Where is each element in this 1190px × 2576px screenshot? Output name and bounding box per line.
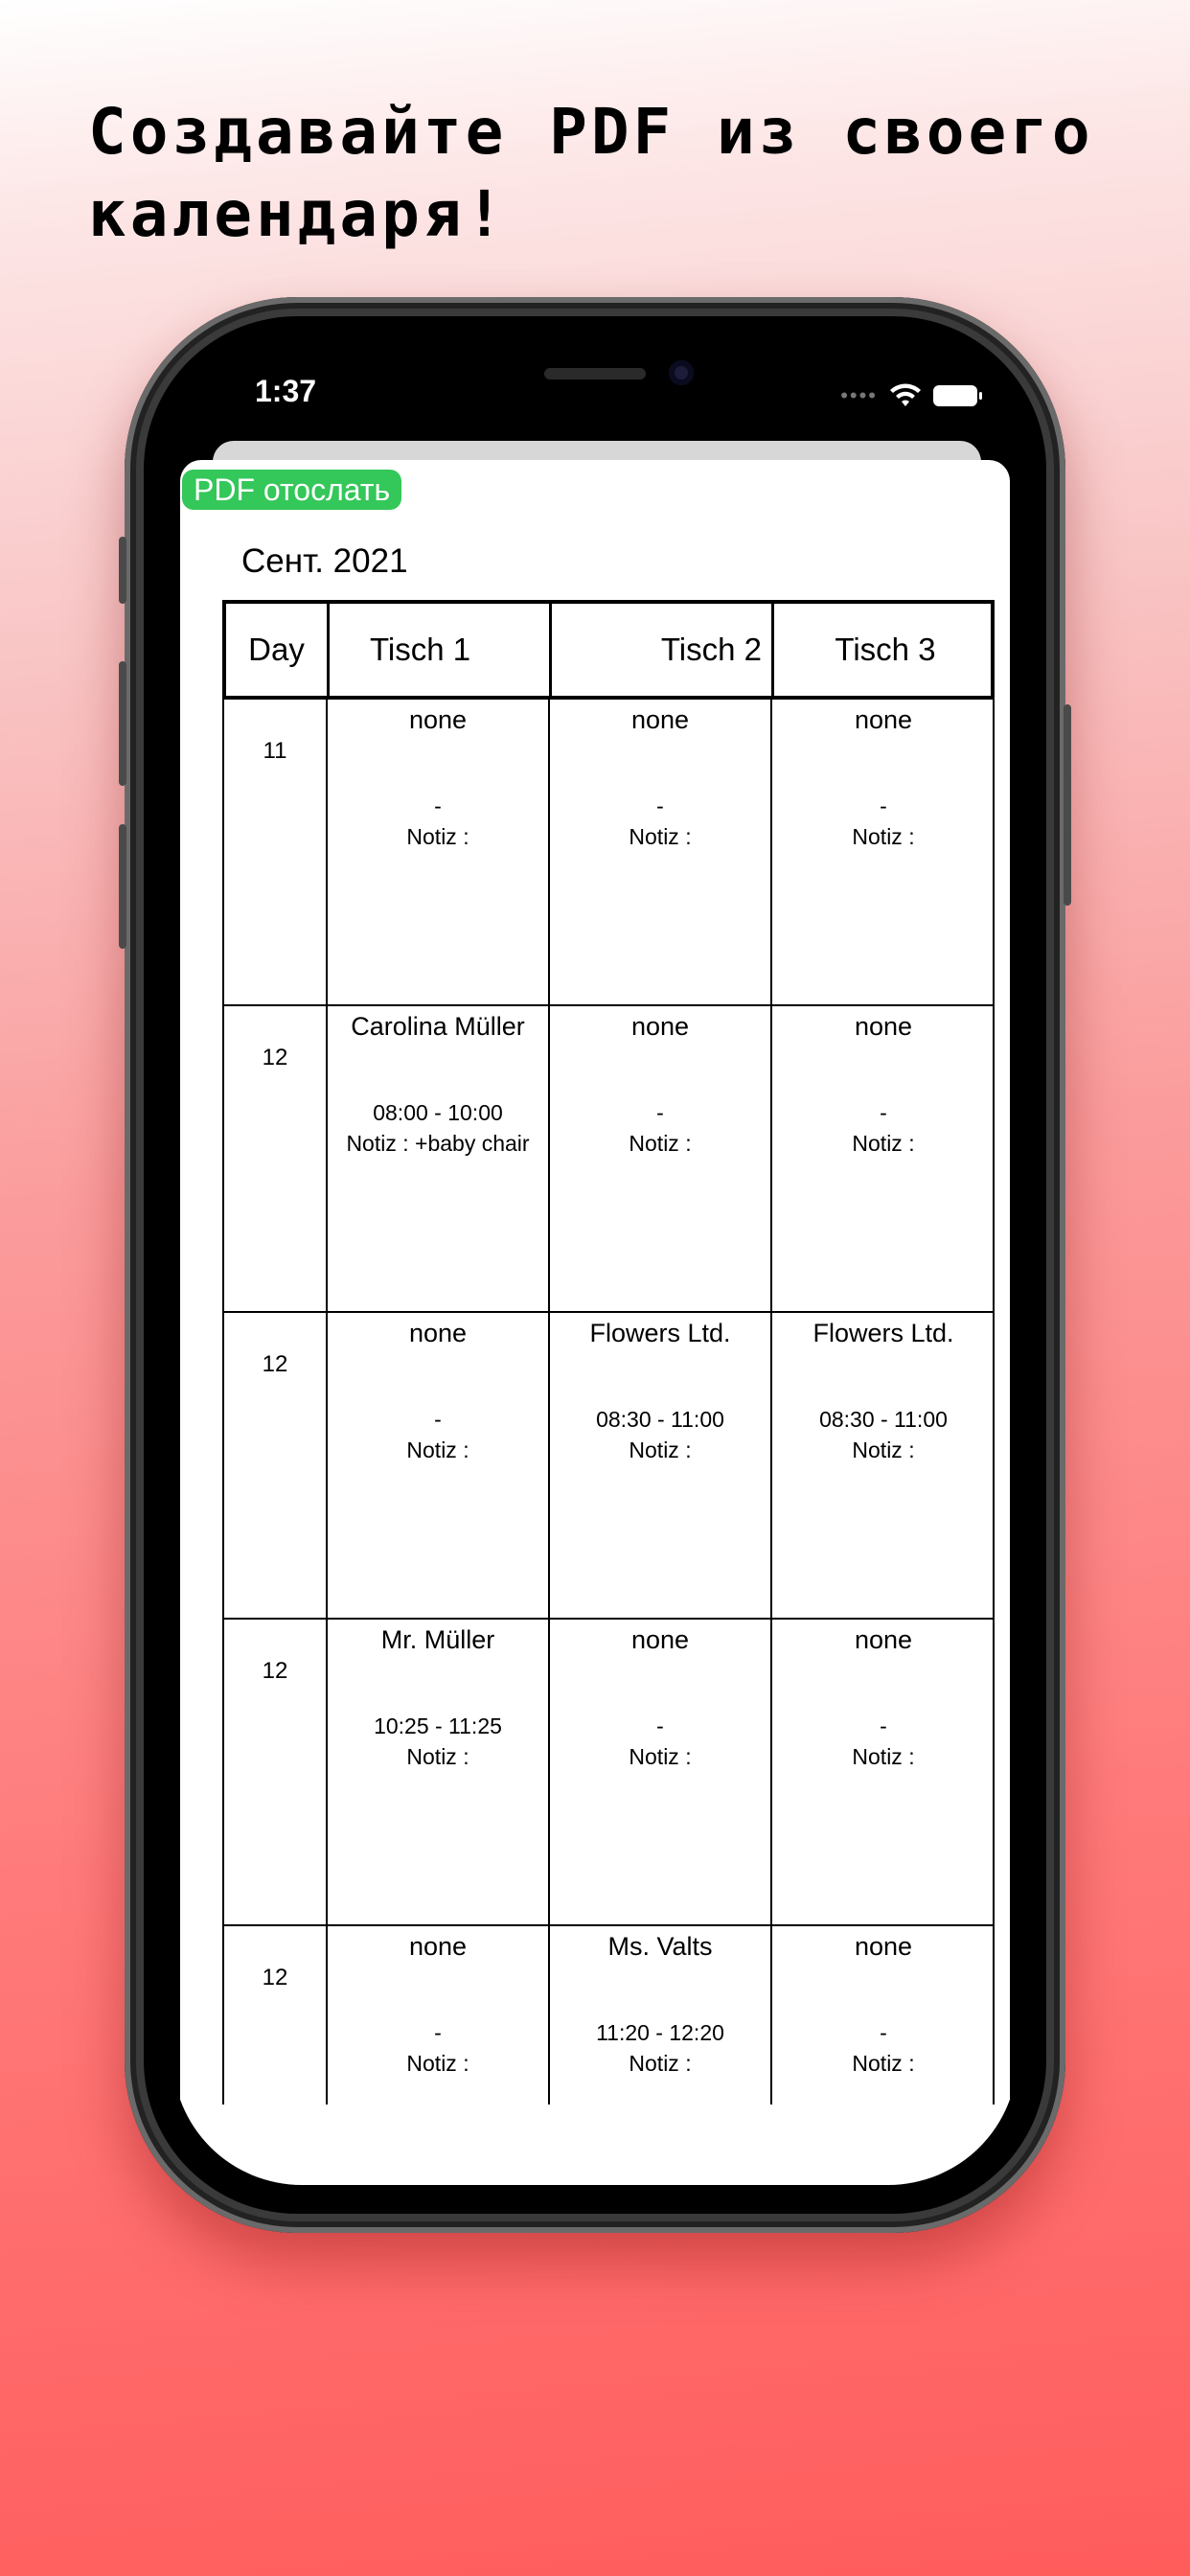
time-range: 10:25 - 11:25 (374, 1714, 502, 1738)
day-number: 12 (262, 1351, 288, 1377)
guest-name: Carolina Müller (351, 1012, 525, 1041)
phone-screen: 1:37 •••• PDF отослать Сент. 2021 Day Ti… (172, 345, 1018, 2185)
reservation-cell: Carolina Müller 08:00 - 10:00 Notiz : +bab… (328, 1006, 550, 1311)
phone-silent-switch (119, 537, 126, 604)
reservation-cell: none - Notiz : (772, 700, 995, 1004)
guest-name: none (408, 705, 468, 734)
guest-name: none (408, 1932, 468, 1961)
reservation-cell: none - Notiz : (328, 1926, 550, 2104)
time-range: - (434, 1407, 442, 1432)
signal-dots: •••• (840, 383, 878, 407)
note-text: Notiz : (629, 1131, 692, 1156)
day-cell: 12 (224, 1926, 328, 2104)
guest-name: none (854, 1012, 913, 1041)
guest-name: Flowers Ltd. (589, 1319, 731, 1347)
time-range: - (880, 794, 887, 818)
day-cell: 12 (224, 1620, 328, 1924)
time-range: - (656, 794, 664, 818)
time-range: 08:30 - 11:00 (596, 1407, 724, 1432)
note-text: Notiz : (629, 2051, 692, 2076)
reservation-table: Day Tisch 1 Tisch 2 Tisch 3 11 none - Noti… (222, 600, 995, 2104)
time-range: - (656, 1100, 664, 1125)
status-indicators: •••• (840, 381, 982, 410)
note-text: Notiz : (629, 824, 692, 849)
guest-name: none (854, 1932, 913, 1961)
reservation-cell: none - Notiz : (328, 700, 550, 1004)
note-text: Notiz : (406, 824, 469, 849)
earpiece-speaker (544, 368, 646, 380)
day-number: 12 (262, 1045, 288, 1070)
time-range: - (656, 1714, 664, 1738)
table-row: 12 none - Notiz : Ms. Valts 11:20 - 12:20 No… (222, 1926, 995, 2104)
day-cell: 12 (224, 1006, 328, 1311)
reservation-cell: none - Notiz : (328, 1313, 550, 1618)
guest-name: none (854, 705, 913, 734)
reservation-cell: Ms. Valts 11:20 - 12:20 Notiz : (550, 1926, 772, 2104)
note-text: Notiz : +baby chair (346, 1131, 530, 1156)
front-camera (669, 360, 694, 385)
header-day: Day (226, 604, 330, 696)
reservation-cell: none - Notiz : (550, 700, 772, 1004)
wifi-icon (890, 383, 921, 406)
time-range: - (434, 794, 442, 818)
time-range: 08:00 - 10:00 (373, 1100, 503, 1125)
guest-name: Ms. Valts (607, 1932, 713, 1961)
reservation-cell: none - Notiz : (772, 1620, 995, 1924)
table-row: 12 Carolina Müller 08:00 - 10:00 Notiz : +… (222, 1006, 995, 1313)
note-text: Notiz : (852, 824, 915, 849)
status-time: 1:37 (255, 374, 317, 408)
reservation-cell: Mr. Müller 10:25 - 11:25 Notiz : (328, 1620, 550, 1924)
pdf-preview-sheet[interactable]: PDF отослать Сент. 2021 Day Tisch 1 Tisc… (180, 460, 1010, 2185)
note-text: Notiz : (852, 1131, 915, 1156)
reservation-cell: Flowers Ltd. 08:30 - 11:00 Notiz : (550, 1313, 772, 1618)
note-text: Notiz : (629, 1744, 692, 1769)
day-number: 12 (262, 1965, 288, 1990)
guest-name: none (630, 1625, 690, 1654)
guest-name: Flowers Ltd. (812, 1319, 954, 1347)
note-text: Notiz : (852, 2051, 915, 2076)
battery-icon (933, 385, 982, 406)
month-title: Сент. 2021 (241, 542, 408, 580)
header-tisch-2: Tisch 2 (552, 604, 774, 696)
time-range: - (880, 1100, 887, 1125)
guest-name: none (854, 1625, 913, 1654)
reservation-cell: none - Notiz : (772, 1006, 995, 1311)
time-range: - (880, 2020, 887, 2045)
note-text: Notiz : (852, 1438, 915, 1462)
guest-name: none (630, 705, 690, 734)
reservation-cell: Flowers Ltd. 08:30 - 11:00 Notiz : (772, 1313, 995, 1618)
time-range: 08:30 - 11:00 (819, 1407, 948, 1432)
note-text: Notiz : (406, 1438, 469, 1462)
table-row: 12 none - Notiz : Flowers Ltd. 08:30 - 11:0… (222, 1313, 995, 1620)
time-range: - (880, 1714, 887, 1738)
phone-power-button (1064, 704, 1071, 906)
phone-volume-down (119, 824, 126, 949)
time-range: 11:20 - 12:20 (596, 2020, 724, 2045)
send-pdf-button[interactable]: PDF отослать (182, 470, 402, 510)
reservation-cell: none - Notiz : (550, 1620, 772, 1924)
guest-name: Mr. Müller (380, 1625, 495, 1654)
day-cell: 11 (224, 700, 328, 1004)
reservation-cell: none - Notiz : (772, 1926, 995, 2104)
guest-name: none (630, 1012, 690, 1041)
note-text: Notiz : (629, 1438, 692, 1462)
day-cell: 12 (224, 1313, 328, 1618)
header-tisch-1: Tisch 1 (330, 604, 552, 696)
header-tisch-3: Tisch 3 (835, 632, 936, 667)
day-number: 12 (262, 1658, 288, 1684)
note-text: Notiz : (406, 1744, 469, 1769)
phone-volume-up (119, 661, 126, 786)
table-row: 12 Mr. Müller 10:25 - 11:25 Notiz : none - N… (222, 1620, 995, 1926)
note-text: Notiz : (406, 2051, 469, 2076)
promo-headline: Создавайте PDF из своего календаря! (88, 95, 1094, 251)
note-text: Notiz : (852, 1744, 915, 1769)
table-header: Day Tisch 1 Tisch 2 Tisch 3 (222, 600, 995, 700)
reservation-cell: none - Notiz : (550, 1006, 772, 1311)
day-number: 11 (263, 738, 287, 764)
time-range: - (434, 2020, 442, 2045)
table-row: 11 none - Notiz : none - Notiz : none - Notiz … (222, 700, 995, 1006)
guest-name: none (408, 1319, 468, 1347)
